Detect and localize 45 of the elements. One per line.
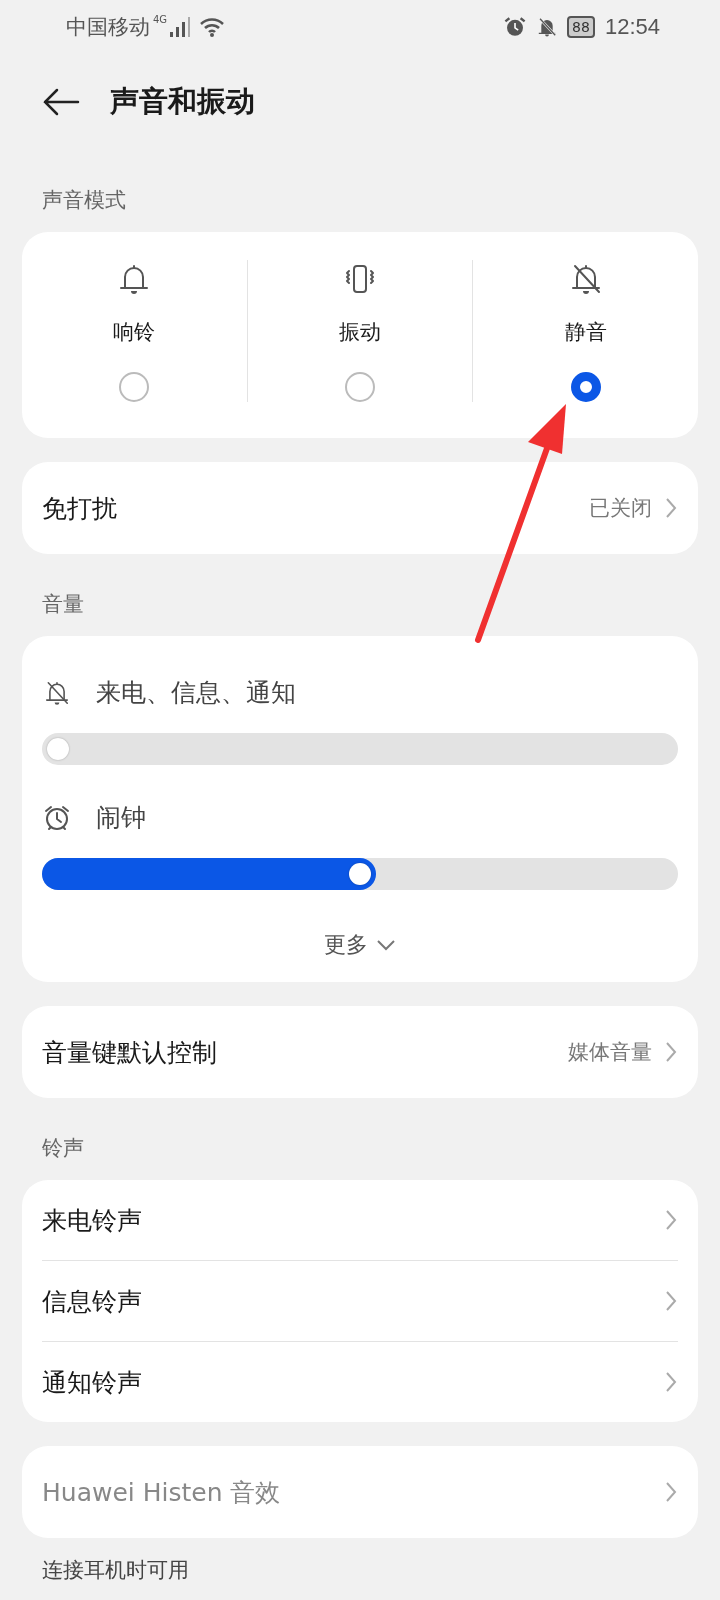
battery-level: 88 (567, 16, 595, 38)
row-value: 已关闭 (589, 495, 652, 522)
chevron-right-icon (664, 1040, 678, 1064)
row-label: 免打扰 (42, 492, 118, 525)
carrier-name: 中国移动 (66, 14, 150, 41)
mode-label: 响铃 (113, 319, 156, 346)
radio-button[interactable] (119, 372, 150, 402)
row-label: Huawei Histen 音效 (42, 1476, 282, 1509)
more-button[interactable]: 更多 (320, 926, 400, 964)
slider-label: 闹钟 (96, 802, 146, 834)
section-heading: 铃声 (41, 1135, 85, 1162)
slider-label: 来电、信息、通知 (96, 677, 296, 709)
settings-row[interactable]: 音量键默认控制 媒体音量 (22, 1006, 698, 1098)
slider-thumb[interactable] (47, 738, 69, 760)
mode-label: 静音 (564, 319, 607, 346)
settings-row[interactable]: 通知铃声 (42, 1341, 678, 1422)
volume-slider[interactable] (42, 858, 678, 890)
chevron-right-icon (664, 1480, 678, 1504)
chevron-right-icon (664, 1208, 678, 1232)
signal-icon (169, 16, 192, 38)
chevron-right-icon (664, 496, 678, 520)
caret-icon (376, 939, 396, 951)
mode-label: 振动 (339, 319, 381, 346)
back-icon[interactable] (42, 87, 80, 117)
row-value: 媒体音量 (568, 1039, 652, 1066)
radio-button[interactable] (345, 372, 375, 402)
radio-button[interactable] (570, 372, 601, 402)
section-heading: 声音模式 (41, 187, 127, 214)
volume-slider[interactable] (42, 733, 678, 765)
settings-row[interactable]: 信息铃声 (42, 1260, 678, 1341)
chevron-right-icon (664, 1370, 678, 1394)
network-type: 4G (153, 14, 168, 25)
section-heading: 连接耳机时可用 (41, 1557, 190, 1584)
alarm-clock-icon (503, 15, 528, 39)
row-label: 来电铃声 (42, 1204, 143, 1237)
settings-row[interactable]: 免打扰 已关闭 (22, 462, 698, 554)
page-title: 声音和振动 (110, 83, 255, 120)
settings-row[interactable]: 来电铃声 (22, 1180, 698, 1260)
row-label: 通知铃声 (42, 1366, 143, 1399)
wifi-icon (199, 16, 226, 38)
clock-time: 12:54 (604, 14, 660, 40)
section-heading: 音量 (41, 591, 85, 618)
row-label: 信息铃声 (42, 1285, 143, 1318)
row-label: 音量键默认控制 (42, 1036, 218, 1069)
chevron-right-icon (664, 1289, 678, 1313)
